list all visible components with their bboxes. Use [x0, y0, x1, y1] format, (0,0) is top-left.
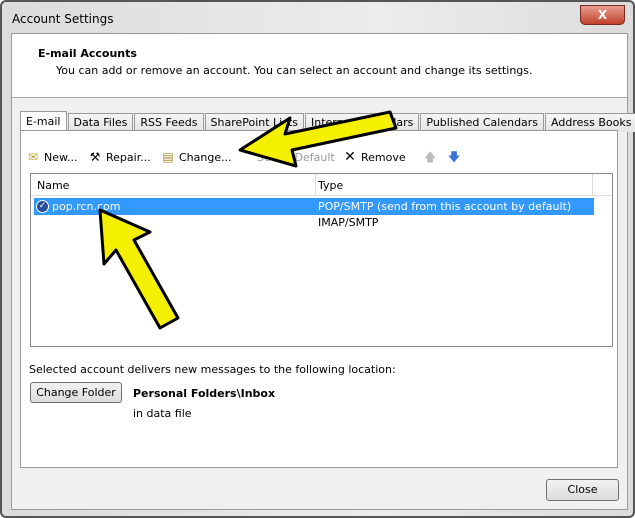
annotation-arrows	[98, 110, 398, 330]
yellow-arrow-to-account	[98, 208, 180, 330]
yellow-arrow-to-change	[238, 110, 398, 168]
